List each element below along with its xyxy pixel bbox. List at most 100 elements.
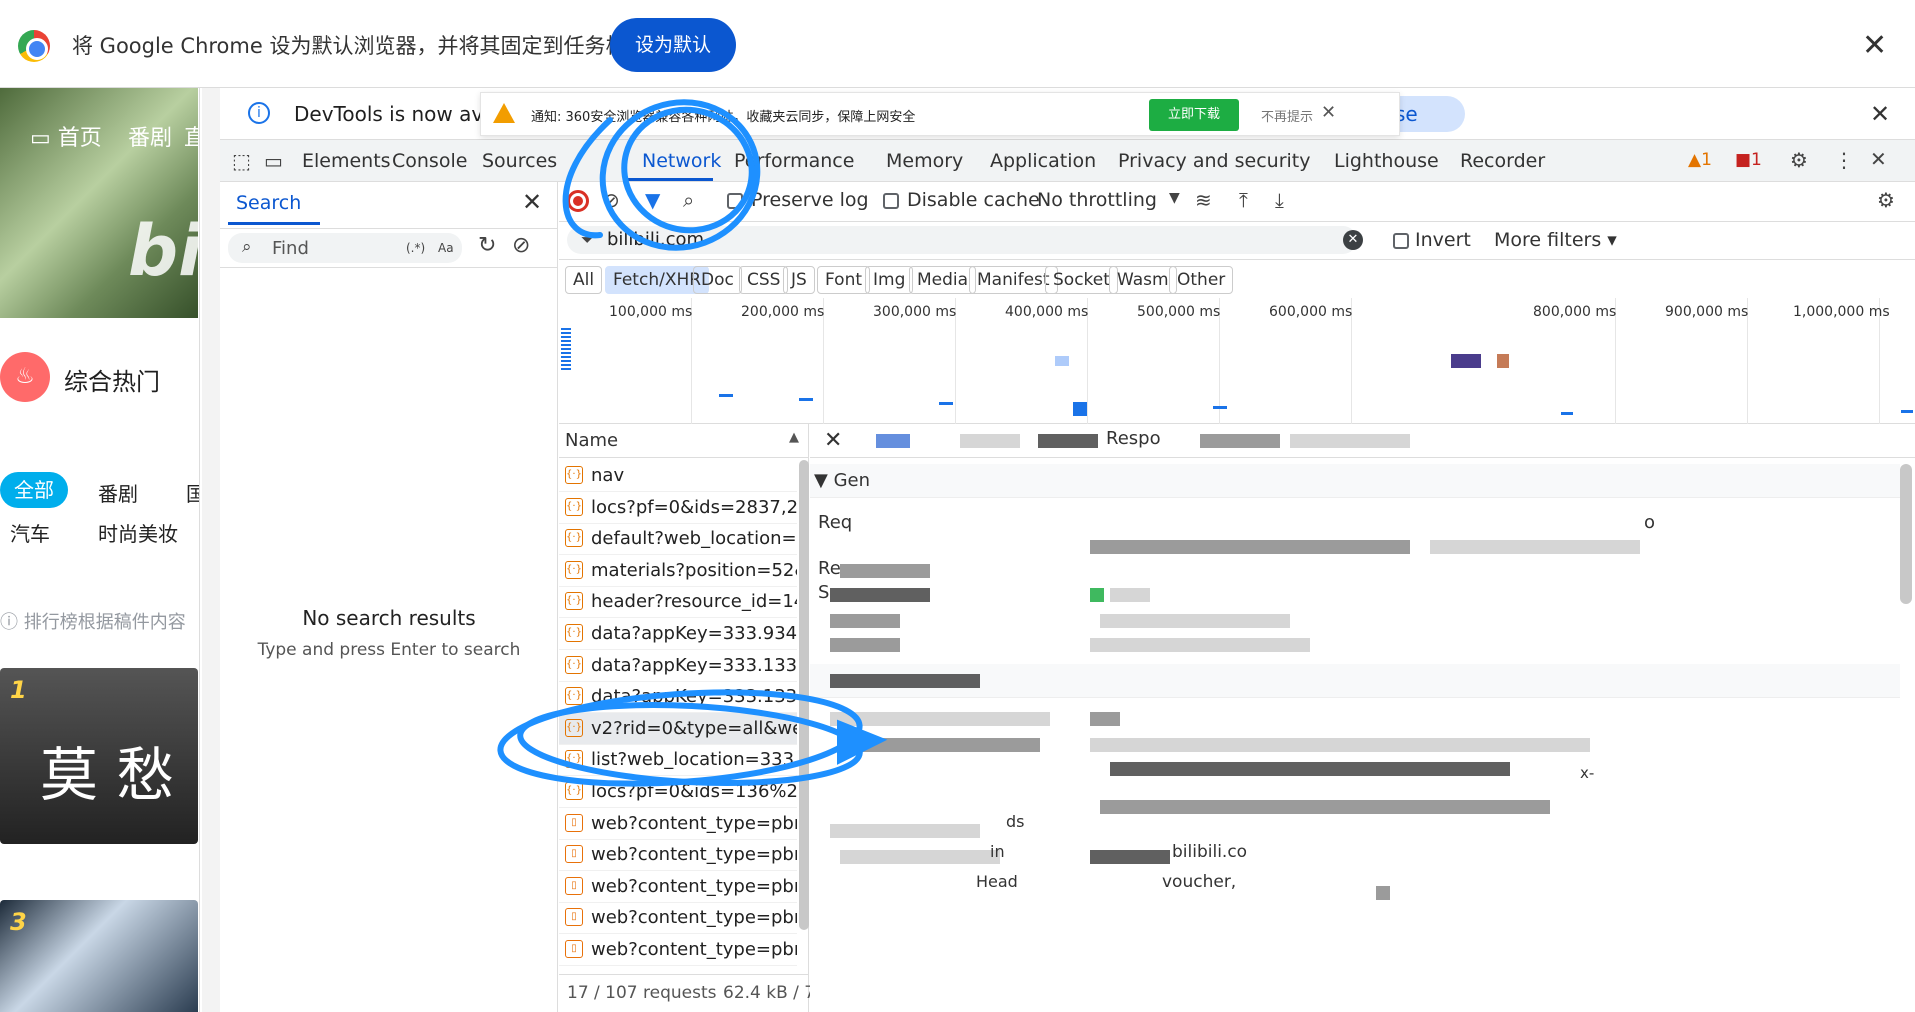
match-case-toggle[interactable]: Aa bbox=[438, 241, 454, 255]
type-chip-doc[interactable]: Doc bbox=[693, 266, 742, 294]
search-tab[interactable]: Search bbox=[236, 192, 301, 214]
redacted-block bbox=[1100, 614, 1290, 628]
request-row[interactable]: {·} data?appKey=333.1339&... bbox=[559, 681, 797, 714]
clear-icon[interactable]: ⊘ bbox=[512, 233, 530, 258]
response-headers-section[interactable] bbox=[810, 664, 1900, 698]
devtools-banner-close-icon[interactable]: ✕ bbox=[1870, 100, 1890, 128]
type-chip-socket[interactable]: Socket bbox=[1045, 266, 1118, 294]
request-row[interactable]: {·} list?web_location=333.934 bbox=[559, 744, 797, 777]
response-tab[interactable]: Respo bbox=[1106, 428, 1161, 449]
request-row[interactable]: {·} locs?pf=0&ids=136%2C1... bbox=[559, 776, 797, 808]
network-settings-gear-icon[interactable]: ⚙ bbox=[1877, 188, 1895, 212]
set-default-button[interactable]: 设为默认 bbox=[610, 18, 736, 72]
tab-elements[interactable]: Elements bbox=[302, 150, 391, 172]
tab-network[interactable]: Network bbox=[642, 150, 721, 172]
tab-memory[interactable]: Memory bbox=[886, 150, 963, 172]
disable-cache-checkbox[interactable] bbox=[883, 193, 899, 209]
tab-privacy-security[interactable]: Privacy and security bbox=[1118, 150, 1310, 172]
status-code-label: S bbox=[818, 582, 830, 603]
request-row[interactable]: {·} materials?position=52&p... bbox=[559, 555, 797, 587]
hot-label[interactable]: 综合热门 bbox=[64, 362, 160, 397]
nav-bangumi[interactable]: 番剧 bbox=[128, 120, 172, 152]
request-row[interactable]: {·} header?resource_id=142... bbox=[559, 586, 797, 619]
type-chip-css[interactable]: CSS bbox=[739, 266, 789, 294]
warning-count-badge[interactable]: ▲1 bbox=[1688, 150, 1712, 170]
throttling-select[interactable]: No throttling bbox=[1037, 189, 1157, 211]
close-devtools-icon[interactable]: ✕ bbox=[1870, 147, 1887, 171]
type-chip-media[interactable]: Media bbox=[909, 266, 977, 294]
refresh-icon[interactable]: ↻ bbox=[478, 233, 496, 258]
record-button[interactable] bbox=[567, 190, 589, 212]
category-tab-fashion[interactable]: 时尚美妆 bbox=[98, 518, 178, 547]
search-icon[interactable]: ⌕ bbox=[683, 188, 694, 212]
request-row[interactable]: ▯ web?content_type=pbreq... bbox=[559, 902, 797, 935]
request-row[interactable]: ▯ web?content_type=pbreq... bbox=[559, 839, 797, 872]
category-tab-car[interactable]: 汽车 bbox=[10, 518, 50, 547]
type-chip-other[interactable]: Other bbox=[1169, 266, 1234, 294]
request-name: web?content_type=pbreq... bbox=[591, 875, 797, 897]
regex-toggle[interactable]: (.*) bbox=[406, 241, 425, 255]
site-scrollbar[interactable] bbox=[202, 88, 220, 1012]
request-row[interactable]: ▯ web?content_type=pbreq... bbox=[559, 871, 797, 903]
type-chip-wasm[interactable]: Wasm bbox=[1109, 266, 1177, 294]
filter-input[interactable]: ⏷ bilibili.com ✕ bbox=[567, 226, 1363, 254]
tab-sources[interactable]: Sources bbox=[482, 150, 557, 172]
category-tab-all[interactable]: 全部 bbox=[0, 472, 68, 508]
tab-performance[interactable]: Performance bbox=[734, 150, 854, 172]
invert-checkbox[interactable] bbox=[1393, 233, 1409, 249]
request-row[interactable]: {·} data?appKey=333.934&n... bbox=[559, 618, 797, 650]
nav-more[interactable]: 直 bbox=[184, 120, 199, 152]
network-overview-timeline[interactable]: 100,000 ms 200,000 ms 300,000 ms 400,000… bbox=[559, 298, 1915, 424]
detail-scrollbar[interactable] bbox=[1900, 464, 1912, 604]
type-chip-all[interactable]: All bbox=[565, 266, 603, 294]
request-row[interactable]: ▯ web?content_type=pbreq... bbox=[559, 808, 797, 840]
category-tab-bangumi[interactable]: 番剧 bbox=[98, 478, 138, 507]
ad-dismiss-link[interactable]: 不再提示 bbox=[1261, 106, 1313, 125]
request-row[interactable]: {·} data?appKey=333.1339&... bbox=[559, 650, 797, 682]
request-row[interactable]: {·} locs?pf=0&ids=2837,283... bbox=[559, 492, 797, 524]
invert-label: Invert bbox=[1415, 229, 1471, 251]
kebab-menu-icon[interactable]: ⋮ bbox=[1834, 148, 1854, 172]
clear-log-icon[interactable]: ⊘ bbox=[603, 188, 620, 212]
import-har-icon[interactable]: ⤒ bbox=[1239, 188, 1248, 212]
type-chip-font[interactable]: Font bbox=[817, 266, 871, 294]
tab-application[interactable]: Application bbox=[990, 150, 1096, 172]
devtools-tabbar: ⬚ ▭ Elements Console Sources Network Per… bbox=[220, 140, 1915, 182]
gear-icon[interactable]: ⚙ bbox=[1790, 148, 1808, 172]
tab-lighthouse[interactable]: Lighthouse bbox=[1334, 150, 1439, 172]
filter-icon[interactable]: ▼ bbox=[645, 188, 660, 212]
request-row[interactable]: ▯ web?content_type=pbreq... bbox=[559, 934, 797, 966]
tab-console[interactable]: Console bbox=[392, 150, 467, 172]
inspect-element-icon[interactable]: ⬚ bbox=[232, 149, 251, 173]
preserve-log-checkbox[interactable] bbox=[727, 193, 743, 209]
search-close-icon[interactable]: ✕ bbox=[522, 188, 542, 216]
clear-filter-icon[interactable]: ✕ bbox=[1343, 230, 1363, 250]
category-tab-guo[interactable]: 国 bbox=[186, 478, 199, 507]
search-input[interactable]: ⌕ Find (.*) Aa bbox=[228, 233, 462, 263]
type-chip-img[interactable]: Img bbox=[865, 266, 914, 294]
general-section-header[interactable]: ▼ Gen bbox=[810, 464, 1900, 498]
video-thumbnail[interactable] bbox=[0, 900, 198, 1012]
sort-ascending-icon[interactable]: ▲ bbox=[789, 430, 799, 445]
nav-home[interactable]: ▭ 首页 bbox=[30, 120, 102, 152]
ad-download-button[interactable]: 立即下载 bbox=[1149, 99, 1239, 131]
tab-recorder[interactable]: Recorder bbox=[1460, 150, 1545, 172]
device-toolbar-icon[interactable]: ▭ bbox=[264, 149, 283, 173]
fetch-icon: {·} bbox=[565, 466, 583, 484]
request-row[interactable]: {·} v2?rid=0&type=all&web_... bbox=[559, 712, 797, 745]
chevron-down-icon[interactable]: ▼ bbox=[1169, 190, 1180, 206]
issue-count-badge[interactable]: ■1 bbox=[1735, 150, 1762, 170]
network-conditions-icon[interactable]: ≋ bbox=[1195, 188, 1212, 212]
request-row[interactable]: {·} default?web_location=33... bbox=[559, 523, 797, 556]
name-column-header[interactable]: Name ▲ bbox=[559, 424, 809, 458]
close-detail-icon[interactable]: ✕ bbox=[824, 428, 842, 453]
more-filters-dropdown[interactable]: More filters ▾ bbox=[1494, 229, 1617, 251]
ad-close-icon[interactable]: ✕ bbox=[1321, 102, 1336, 123]
headers-tab-pixelated[interactable] bbox=[876, 434, 910, 448]
timeline-bar bbox=[1213, 406, 1227, 409]
request-list-scrollbar[interactable] bbox=[799, 460, 809, 930]
request-row[interactable]: {·} nav bbox=[559, 460, 797, 492]
infobar-close-icon[interactable]: ✕ bbox=[1862, 28, 1887, 63]
export-har-icon[interactable]: ⤓ bbox=[1275, 188, 1284, 212]
type-chip-js[interactable]: JS bbox=[783, 266, 815, 294]
